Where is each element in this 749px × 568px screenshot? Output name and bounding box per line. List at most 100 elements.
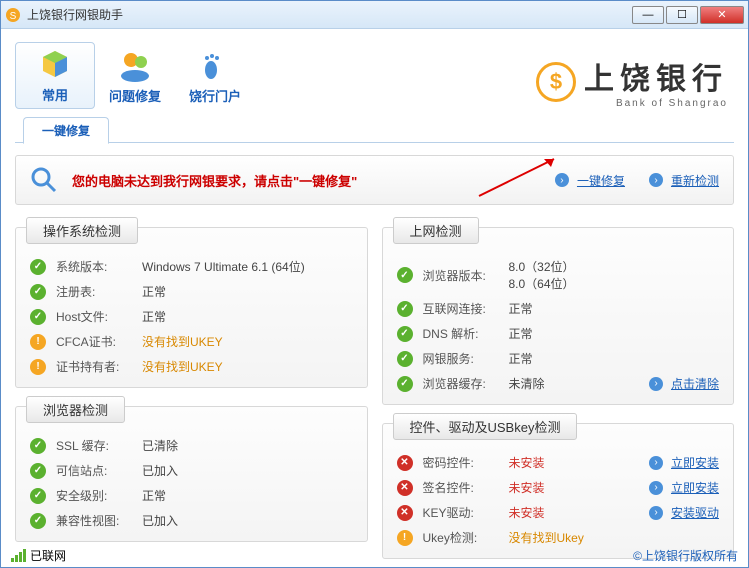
bank-logo-icon: $ bbox=[536, 62, 576, 102]
check-row: ✓ 系统版本:Windows 7 Ultimate 6.1 (64位) bbox=[30, 254, 353, 279]
net-status: 已联网 bbox=[30, 547, 66, 564]
app-icon: S bbox=[5, 7, 21, 23]
check-value: 正常 bbox=[142, 308, 353, 325]
check-row: ✓ 兼容性视图:已加入 bbox=[30, 508, 353, 533]
footprint-icon bbox=[175, 48, 255, 84]
check-label: 可信站点: bbox=[56, 462, 142, 479]
check-value: 未安装 bbox=[509, 479, 649, 496]
check-label: 浏览器版本: bbox=[423, 267, 509, 284]
status-ok-icon: ✓ bbox=[30, 488, 46, 504]
recheck-link[interactable]: 重新检测 bbox=[671, 172, 719, 189]
window-title: 上饶银行网银助手 bbox=[27, 6, 123, 23]
check-row: ✓ 可信站点:已加入 bbox=[30, 458, 353, 483]
check-value: 没有找到UKEY bbox=[142, 333, 353, 350]
signal-icon bbox=[11, 549, 26, 562]
check-label: 浏览器缓存: bbox=[423, 375, 509, 392]
main-toolbar: 常用 问题修复 饶行门户 $ 上饶银行 Bank of Shangrao bbox=[15, 37, 734, 109]
arrow-icon: › bbox=[649, 377, 663, 391]
check-row: ✓浏览器版本:8.0（32位） 8.0（64位） bbox=[397, 254, 720, 296]
tab-one-click-repair[interactable]: 一键修复 bbox=[23, 117, 109, 144]
status-err-icon: ✕ bbox=[397, 480, 413, 496]
check-row: ✓安全级别:正常 bbox=[30, 483, 353, 508]
check-label: 互联网连接: bbox=[423, 300, 509, 317]
one-click-repair-link[interactable]: 一键修复 bbox=[577, 172, 625, 189]
check-label: 密码控件: bbox=[423, 454, 509, 471]
app-window: S 上饶银行网银助手 — ☐ ✕ 常用 问题修复 饶行门户 $ bbox=[0, 0, 749, 568]
titlebar: S 上饶银行网银助手 — ☐ ✕ bbox=[1, 1, 748, 29]
check-value: 已清除 bbox=[142, 437, 353, 454]
panel-net: 上网检测 ✓浏览器版本:8.0（32位） 8.0（64位）✓互联网连接:正常✓D… bbox=[382, 227, 735, 405]
check-value: 正常 bbox=[509, 350, 720, 367]
arrow-icon: › bbox=[649, 481, 663, 495]
bank-logo: $ 上饶银行 Bank of Shangrao bbox=[536, 54, 734, 109]
check-label: 兼容性视图: bbox=[56, 512, 142, 529]
check-value: 没有找到UKEY bbox=[142, 358, 353, 375]
status-err-icon: ✕ bbox=[397, 455, 413, 471]
check-value: 正常 bbox=[142, 487, 353, 504]
svg-text:S: S bbox=[10, 11, 17, 22]
check-label: 系统版本: bbox=[56, 258, 142, 275]
check-label: 签名控件: bbox=[423, 479, 509, 496]
check-label: KEY驱动: bbox=[423, 504, 509, 521]
check-value: 正常 bbox=[509, 325, 720, 342]
check-row: ✓ SSL 缓存:已清除 bbox=[30, 433, 353, 458]
arrow-icon: › bbox=[649, 506, 663, 520]
toolbar-portal[interactable]: 饶行门户 bbox=[175, 44, 255, 109]
check-row: ✓ 网银服务:正常 bbox=[397, 346, 720, 371]
check-row: ✕ 签名控件:未安装› 立即安装 bbox=[397, 475, 720, 500]
panel-browser: 浏览器检测 ✓SSL 缓存:已清除✓可信站点:已加入✓安全级别:正常✓兼容性视图… bbox=[15, 406, 368, 542]
arrow-icon: › bbox=[649, 173, 663, 187]
maximize-button[interactable]: ☐ bbox=[666, 6, 698, 24]
check-label: 注册表: bbox=[56, 283, 142, 300]
check-row: ✓浏览器缓存:未清除›点击清除 bbox=[397, 371, 720, 396]
check-row: ✓Host文件:正常 bbox=[30, 304, 353, 329]
status-ok-icon: ✓ bbox=[397, 376, 413, 392]
status-ok-icon: ✓ bbox=[30, 463, 46, 479]
arrow-icon: › bbox=[555, 173, 569, 187]
status-warn-icon: ! bbox=[30, 334, 46, 350]
row-action-link[interactable]: 点击清除 bbox=[671, 375, 719, 392]
alert-box: 您的电脑未达到我行网银要求，请点击"一键修复" ›一键修复 ›重新检测 bbox=[15, 155, 734, 205]
tabbar: 一键修复 bbox=[15, 115, 734, 143]
check-value: 未安装 bbox=[509, 454, 649, 471]
status-ok-icon: ✓ bbox=[397, 301, 413, 317]
cube-icon bbox=[16, 47, 94, 83]
panel-usb: 控件、驱动及USBkey检测 ✕密码控件:未安装›立即安装✕签名控件:未安装›立… bbox=[382, 423, 735, 559]
row-action-link[interactable]: 立即安装 bbox=[671, 479, 719, 496]
check-row: ✓DNS 解析:正常 bbox=[397, 321, 720, 346]
arrow-icon: › bbox=[649, 456, 663, 470]
status-ok-icon: ✓ bbox=[30, 259, 46, 275]
minimize-button[interactable]: — bbox=[632, 6, 664, 24]
check-value: 8.0（32位） 8.0（64位） bbox=[509, 258, 720, 292]
check-value: 正常 bbox=[509, 300, 720, 317]
check-label: 网银服务: bbox=[423, 350, 509, 367]
check-value: 正常 bbox=[142, 283, 353, 300]
check-row: ✓ 注册表:正常 bbox=[30, 279, 353, 304]
row-action-link[interactable]: 立即安装 bbox=[671, 454, 719, 471]
panel-os: 操作系统检测 ✓系统版本:Windows 7 Ultimate 6.1 (64位… bbox=[15, 227, 368, 388]
toolbar-common[interactable]: 常用 bbox=[15, 42, 95, 109]
copyright: ©上饶银行版权所有 bbox=[633, 547, 738, 564]
check-row: ✓ 互联网连接:正常 bbox=[397, 296, 720, 321]
check-value: 未安装 bbox=[509, 504, 649, 521]
check-label: Host文件: bbox=[56, 308, 142, 325]
check-row: ✕KEY驱动:未安装›安装驱动 bbox=[397, 500, 720, 525]
status-ok-icon: ✓ bbox=[30, 438, 46, 454]
status-ok-icon: ✓ bbox=[30, 284, 46, 300]
check-value: 已加入 bbox=[142, 512, 353, 529]
check-row: ✕ 密码控件:未安装› 立即安装 bbox=[397, 450, 720, 475]
toolbar-repair[interactable]: 问题修复 bbox=[95, 44, 175, 109]
status-ok-icon: ✓ bbox=[397, 351, 413, 367]
statusbar: 已联网 ©上饶银行版权所有 bbox=[1, 543, 748, 567]
people-icon bbox=[95, 48, 175, 84]
check-label: 证书持有者: bbox=[56, 358, 142, 375]
check-value: 已加入 bbox=[142, 462, 353, 479]
status-warn-icon: ! bbox=[30, 359, 46, 375]
status-ok-icon: ✓ bbox=[397, 326, 413, 342]
status-ok-icon: ✓ bbox=[30, 513, 46, 529]
check-label: CFCA证书: bbox=[56, 333, 142, 350]
check-label: SSL 缓存: bbox=[56, 437, 142, 454]
close-button[interactable]: ✕ bbox=[700, 6, 744, 24]
check-value: Windows 7 Ultimate 6.1 (64位) bbox=[142, 258, 353, 275]
row-action-link[interactable]: 安装驱动 bbox=[671, 504, 719, 521]
